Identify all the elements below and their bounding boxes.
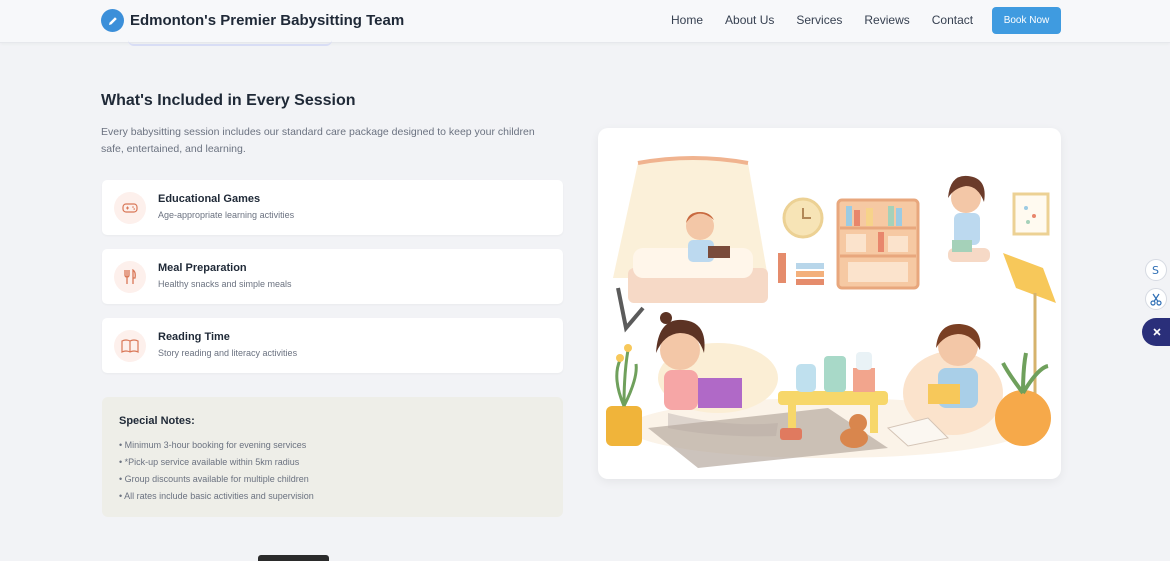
special-notes-box: Special Notes: Minimum 3-hour booking fo… (102, 397, 563, 517)
feature-card-educational-games: Educational Games Age-appropriate learni… (102, 180, 563, 235)
feature-title: Reading Time (158, 331, 230, 343)
kids-playroom-illustration (598, 128, 1061, 479)
s-widget-icon[interactable]: S (1145, 259, 1167, 281)
section-description: Every babysitting session includes our s… (101, 126, 535, 155)
x-widget-icon[interactable] (1142, 318, 1170, 346)
feature-title: Educational Games (158, 193, 261, 205)
list-item: Group discounts available for multiple c… (119, 471, 314, 488)
floating-tab-edge[interactable] (258, 555, 329, 561)
pencil-icon (101, 9, 124, 32)
book-now-button[interactable]: Book Now (992, 7, 1061, 34)
site-header: Edmonton's Premier Babysitting Team Home… (0, 0, 1170, 43)
feature-card-reading-time: Reading Time Story reading and literacy … (102, 318, 563, 373)
list-item: *Pick-up service available within 5km ra… (119, 454, 314, 471)
list-item: Minimum 3-hour booking for evening servi… (119, 437, 314, 454)
previous-section-edge (128, 40, 332, 46)
scissors-icon[interactable] (1145, 288, 1167, 310)
section-title: What's Included in Every Session (101, 92, 356, 109)
feature-subtitle: Healthy snacks and simple meals (158, 279, 292, 289)
notes-list: Minimum 3-hour booking for evening servi… (119, 437, 314, 505)
gamepad-icon (114, 192, 146, 224)
nav-about-us[interactable]: About Us (725, 13, 774, 27)
utensils-icon (114, 261, 146, 293)
nav-contact[interactable]: Contact (932, 13, 973, 27)
svg-text:S: S (1152, 264, 1159, 277)
feature-card-meal-preparation: Meal Preparation Healthy snacks and simp… (102, 249, 563, 304)
brand-title: Edmonton's Premier Babysitting Team (130, 12, 405, 29)
brand[interactable]: Edmonton's Premier Babysitting Team (101, 9, 404, 32)
notes-title: Special Notes: (119, 415, 195, 427)
nav-reviews[interactable]: Reviews (864, 13, 909, 27)
nav-services[interactable]: Services (796, 13, 842, 27)
main-nav: Home About Us Services Reviews Contact (671, 13, 995, 27)
feature-subtitle: Age-appropriate learning activities (158, 210, 295, 220)
feature-title: Meal Preparation (158, 262, 247, 274)
feature-subtitle: Story reading and literacy activities (158, 348, 298, 358)
book-icon (114, 330, 146, 362)
list-item: All rates include basic activities and s… (119, 488, 314, 505)
nav-home[interactable]: Home (671, 13, 703, 27)
